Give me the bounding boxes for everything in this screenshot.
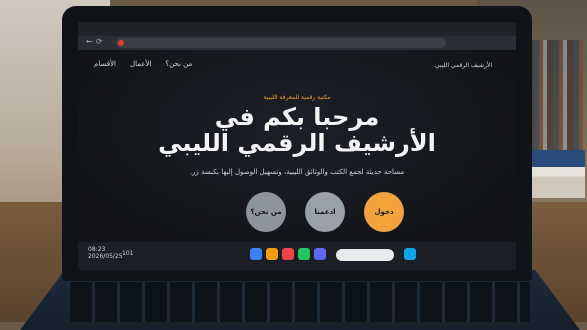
hero-title-line2: الأرشيف الرقمي الليبي [158, 129, 436, 157]
site-brand[interactable]: الأرشيف الرقمي الليبي [435, 62, 492, 69]
enter-button[interactable]: دخول [364, 192, 404, 232]
taskbar-search[interactable] [336, 249, 394, 261]
site-favicon-icon [118, 40, 124, 46]
hero-title: مرحبا بكم في الأرشيف الرقمي الليبي [78, 104, 516, 156]
windows-taskbar [78, 242, 516, 270]
app-icon-2[interactable] [266, 248, 278, 260]
clock-time: 08:23 [88, 246, 106, 253]
app-icon-3[interactable] [282, 248, 294, 260]
site-nav: الأقسام الأعمال من نحن؟ [94, 60, 192, 68]
app-icon-5[interactable] [314, 248, 326, 260]
support-button[interactable]: ادعمنا [305, 192, 345, 232]
keyboard [70, 282, 530, 322]
reload-icon[interactable]: ⟳ [96, 37, 103, 46]
app-icon-1[interactable] [250, 248, 262, 260]
tray-count: 101 [122, 250, 134, 257]
hero-subtitle: مساحة حديثة لجمع الكتب والوثائق الليبية،… [189, 168, 405, 176]
clock-date: 2026/05/25 [88, 253, 123, 260]
nav-link-sections[interactable]: الأقسام [94, 60, 116, 68]
nav-link-works[interactable]: الأعمال [130, 60, 151, 68]
hero-title-line1: مرحبا بكم في [214, 103, 380, 131]
nav-link-about[interactable]: من نحن؟ [165, 60, 192, 68]
back-icon[interactable]: ← [86, 37, 93, 46]
hero-tagline: مكتبة رقمية للمعرفة الليبية [263, 94, 331, 101]
about-button[interactable]: من نحن؟ [246, 192, 286, 232]
browser-tab-strip [78, 22, 516, 36]
windows-start-icon[interactable] [404, 248, 416, 260]
app-icon-4[interactable] [298, 248, 310, 260]
clock[interactable]: 08:23 2026/05/25 [88, 246, 123, 260]
laptop-screen: ← ⟳ الأقسام الأعمال من نحن؟ الأرشيف الرق… [78, 22, 516, 270]
address-bar[interactable] [116, 38, 446, 48]
